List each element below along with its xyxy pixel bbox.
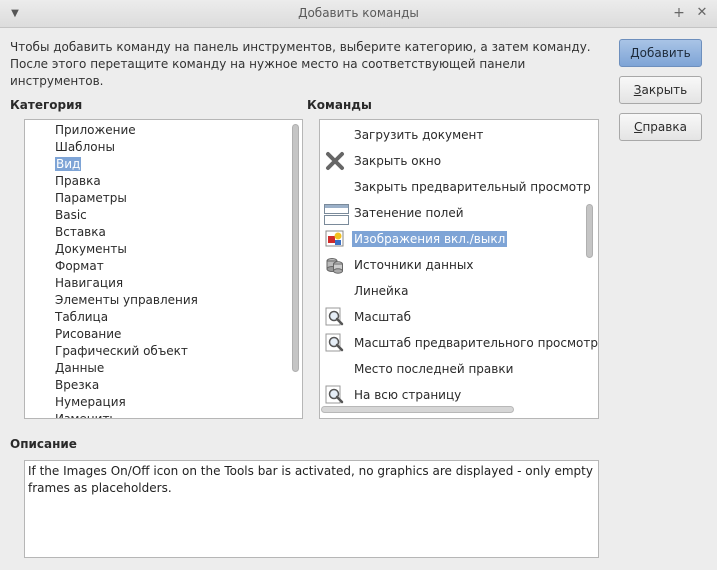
category-scrollbar-thumb[interactable] bbox=[292, 124, 299, 372]
category-item[interactable]: Элементы управления bbox=[55, 292, 198, 309]
zoom-icon bbox=[324, 333, 346, 353]
close-window-icon[interactable]: ✕ bbox=[694, 5, 710, 21]
category-item-label: Шаблоны bbox=[55, 140, 115, 154]
description-box: If the Images On/Off icon on the Tools b… bbox=[24, 460, 599, 558]
commands-hscrollbar[interactable] bbox=[321, 404, 585, 414]
command-item[interactable]: Масштаб bbox=[320, 304, 588, 330]
field-shading-icon bbox=[324, 203, 349, 225]
commands-hscrollbar-thumb[interactable] bbox=[321, 406, 514, 413]
close-x-icon bbox=[324, 151, 346, 171]
category-item-label: Формат bbox=[55, 259, 104, 273]
category-item-label: Врезка bbox=[55, 378, 100, 392]
category-item-label: Вставка bbox=[55, 225, 106, 239]
command-item[interactable]: Закрыть окно bbox=[320, 148, 588, 174]
command-item-label: Изображения вкл./выкл bbox=[352, 231, 508, 247]
category-item[interactable]: Формат bbox=[55, 258, 104, 275]
category-item[interactable]: Данные bbox=[55, 360, 104, 377]
close-button-label: акрыть bbox=[641, 83, 688, 97]
category-item-label: Таблица bbox=[55, 310, 109, 324]
category-heading: Категория bbox=[10, 98, 83, 112]
category-item[interactable]: Шаблоны bbox=[55, 139, 115, 156]
commands-scrollbar-thumb[interactable] bbox=[586, 204, 593, 258]
category-item[interactable]: Документы bbox=[55, 241, 127, 258]
category-item[interactable]: Рисование bbox=[55, 326, 121, 343]
category-item-label: Правка bbox=[55, 174, 101, 188]
command-item[interactable]: Загрузить документ bbox=[320, 122, 588, 148]
category-item[interactable]: Параметры bbox=[55, 190, 127, 207]
commands-heading: Команды bbox=[307, 98, 372, 112]
category-item[interactable]: Изменить bbox=[55, 411, 117, 419]
commands-list[interactable]: На всю страницу Место последней правки Мас… bbox=[319, 119, 599, 419]
add-button[interactable]: Добавить bbox=[619, 39, 702, 67]
command-item-label: Загрузить документ bbox=[354, 128, 484, 142]
command-item-label: Закрыть предварительный просмотр bbox=[354, 180, 591, 194]
command-item-label: Масштаб предварительного просмотра bbox=[354, 336, 599, 350]
command-item[interactable]: Затенение полей bbox=[320, 200, 588, 226]
window-title: Добавить команды bbox=[298, 6, 419, 20]
category-item-label: Изменить bbox=[55, 412, 117, 419]
category-item-label: Basic bbox=[55, 208, 87, 222]
command-item-label: Масштаб bbox=[354, 310, 412, 324]
category-item-label: Документы bbox=[55, 242, 127, 256]
category-item[interactable]: Графический объект bbox=[55, 343, 188, 360]
category-item-label: Нумерация bbox=[55, 395, 126, 409]
close-button[interactable]: Закрыть bbox=[619, 76, 702, 104]
command-item-label: Источники данных bbox=[354, 258, 474, 272]
command-item-label: Закрыть окно bbox=[354, 154, 442, 168]
images-toggle-icon bbox=[324, 229, 346, 249]
data-sources-icon bbox=[324, 255, 346, 275]
category-item-label: Навигация bbox=[55, 276, 124, 290]
command-item-label: Линейка bbox=[354, 284, 409, 298]
category-list[interactable]: Изменить Нумерация Врезка Данные Графический… bbox=[24, 119, 303, 419]
zoom-icon bbox=[324, 307, 346, 327]
help-button-label: правка bbox=[642, 120, 687, 134]
command-item[interactable]: Место последней правки bbox=[320, 356, 588, 382]
category-item[interactable]: Таблица bbox=[55, 309, 108, 326]
category-item[interactable]: Basic bbox=[55, 207, 87, 224]
category-item[interactable]: Правка bbox=[55, 173, 101, 190]
category-item[interactable]: Навигация bbox=[55, 275, 123, 292]
category-item-label: Вид bbox=[55, 157, 82, 171]
command-item[interactable]: Закрыть предварительный просмотр bbox=[320, 174, 591, 200]
category-item[interactable]: Вид bbox=[55, 156, 82, 173]
category-scrollbar[interactable] bbox=[290, 122, 300, 418]
category-item-label: Графический объект bbox=[55, 344, 188, 358]
category-item[interactable]: Приложение bbox=[55, 122, 136, 139]
zoom-icon bbox=[324, 385, 346, 405]
category-item-label: Данные bbox=[55, 361, 105, 375]
category-item-label: Элементы управления bbox=[55, 293, 198, 307]
command-item-label: На всю страницу bbox=[354, 388, 462, 402]
category-item[interactable]: Нумерация bbox=[55, 394, 126, 411]
maximize-icon[interactable]: + bbox=[671, 5, 687, 21]
category-item-label: Рисование bbox=[55, 327, 122, 341]
instructions-text: Чтобы добавить команду на панель инструм… bbox=[10, 40, 591, 88]
command-item-label: Затенение полей bbox=[354, 206, 464, 220]
command-item[interactable]: Масштаб предварительного просмотра bbox=[320, 330, 598, 356]
command-item[interactable]: Источники данных bbox=[320, 252, 588, 278]
category-item[interactable]: Вставка bbox=[55, 224, 106, 241]
command-item[interactable]: Изображения вкл./выкл bbox=[320, 226, 588, 252]
help-button[interactable]: Справка bbox=[619, 113, 702, 141]
command-item[interactable]: Линейка bbox=[320, 278, 588, 304]
category-item[interactable]: Врезка bbox=[55, 377, 99, 394]
title-bar: ▼ Добавить команды + ✕ bbox=[0, 0, 717, 28]
description-heading: Описание bbox=[10, 437, 77, 451]
category-item-label: Параметры bbox=[55, 191, 127, 205]
category-item-label: Приложение bbox=[55, 123, 136, 137]
commands-scrollbar[interactable] bbox=[584, 122, 594, 402]
command-item-label: Место последней правки bbox=[354, 362, 514, 376]
